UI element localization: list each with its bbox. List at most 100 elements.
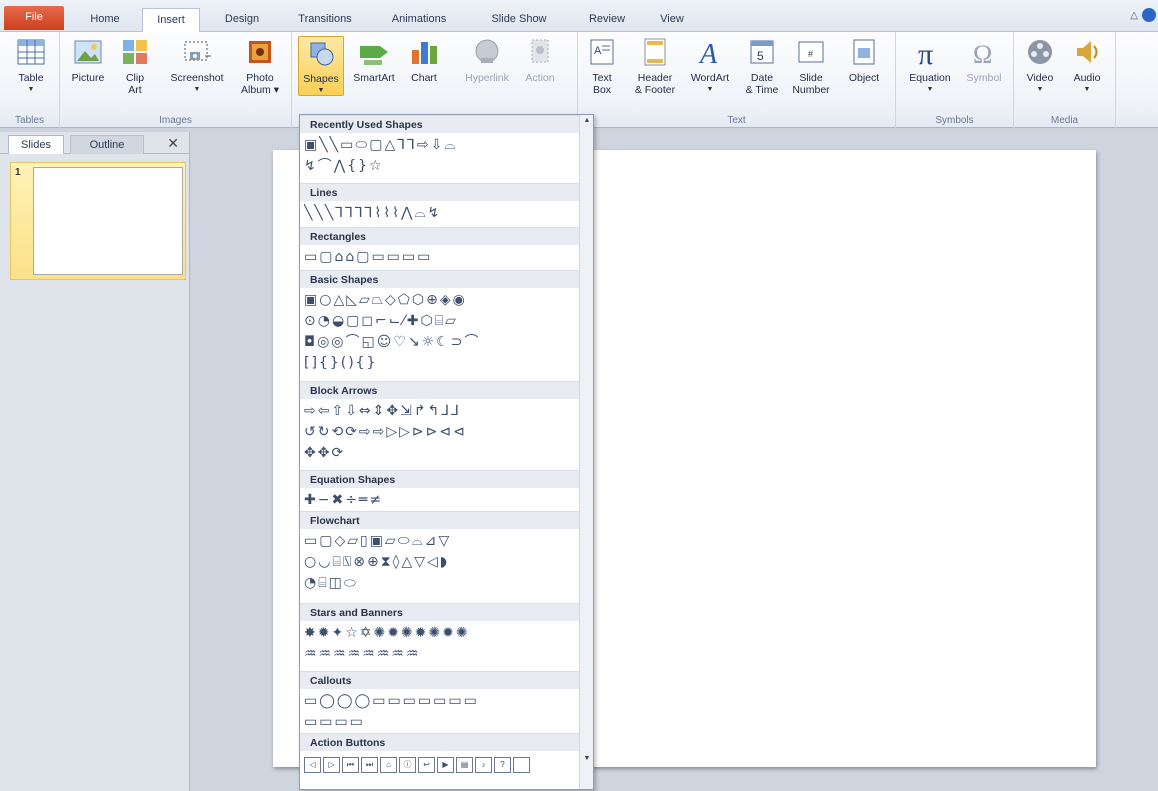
- action-button-shape[interactable]: ♪: [475, 757, 492, 773]
- slide-number-button[interactable]: # Slide Number: [788, 36, 834, 96]
- shape-row[interactable]: ♒♒♒♒♒♒♒♒: [304, 644, 580, 664]
- action-button-shape[interactable]: ⌂: [380, 757, 397, 773]
- header-footer-button[interactable]: Header & Footer: [630, 36, 680, 96]
- shapes-label: Shapes: [303, 73, 339, 85]
- date-time-label-2: & Time: [745, 84, 779, 96]
- svg-text:5: 5: [757, 49, 764, 63]
- photo-album-button[interactable]: Photo Album ▾: [236, 36, 284, 96]
- text-box-label-1: Text: [592, 72, 612, 84]
- tab-slides[interactable]: Slides: [8, 135, 64, 154]
- tab-home[interactable]: Home: [78, 8, 132, 32]
- shape-row[interactable]: ◘◎◎⌒◱☺♡↘☼☾⊃⌒: [304, 332, 580, 352]
- shape-row[interactable]: ✚−✖÷═≠: [304, 490, 580, 510]
- hyperlink-label: Hyperlink: [465, 72, 509, 84]
- wordart-button[interactable]: A WordArt ▼: [684, 36, 736, 96]
- shape-row[interactable]: ◔⌸◫⬭: [304, 573, 580, 593]
- shape-row[interactable]: []{}(){}: [304, 353, 580, 373]
- action-button-shape[interactable]: ▷: [323, 757, 340, 773]
- slide-number-label-1: Slide: [799, 72, 823, 84]
- shapes-gallery: Recently Used Shapes ▣╲╲▭⬭▢△⅂⅂⇨⇩⌓ ↯⌒⋀{}☆ Li…: [299, 114, 594, 790]
- action-button-shape[interactable]: [513, 757, 530, 773]
- object-icon: [848, 36, 880, 68]
- tab-animations[interactable]: Animations: [377, 8, 461, 32]
- shape-row[interactable]: ↺↻⟲⟳⇨⇨▷▷⊳⊳⊲⊲: [304, 422, 580, 442]
- equation-label: Equation: [909, 72, 951, 84]
- action-button-shape[interactable]: ↩: [418, 757, 435, 773]
- shape-row[interactable]: ○◡⌸⍂⊗⊕⧗◊△▽◁◗: [304, 552, 580, 572]
- audio-button[interactable]: Audio ▼: [1066, 36, 1108, 96]
- speaker-icon: [1071, 36, 1103, 68]
- screenshot-button[interactable]: Screenshot ▼: [164, 36, 230, 96]
- tab-review[interactable]: Review: [576, 8, 638, 32]
- tab-design[interactable]: Design: [210, 8, 274, 32]
- powerpoint-window: File Home Insert Design Transitions Anim…: [0, 0, 1158, 791]
- tab-slide-show[interactable]: Slide Show: [474, 8, 564, 32]
- shape-row[interactable]: ✸✹✦☆✡✺✹✺✹✺✹✺: [304, 623, 580, 643]
- tab-insert[interactable]: Insert: [142, 8, 200, 33]
- tab-view[interactable]: View: [646, 8, 698, 32]
- header-footer-label-1: Header: [637, 72, 673, 84]
- action-icon: [524, 36, 556, 68]
- smartart-button[interactable]: SmartArt: [348, 36, 400, 84]
- action-button-shape[interactable]: ▤: [456, 757, 473, 773]
- shape-row[interactable]: ⊙◔◒▢◻⌐⌙⁄✚⬡⌸▱: [304, 311, 580, 331]
- wordart-icon: A: [694, 36, 726, 68]
- gallery-scrollbar[interactable]: ▲ ▼: [579, 115, 593, 789]
- video-label: Video: [1026, 72, 1054, 84]
- shape-row[interactable]: ▭▭▭▭: [304, 712, 580, 732]
- gallery-section-header: Callouts: [300, 671, 580, 689]
- slides-pane: Slides Outline ✕ 1: [0, 132, 190, 791]
- minimize-ribbon-icon[interactable]: △: [1130, 10, 1138, 21]
- text-box-button[interactable]: A Text Box: [584, 36, 620, 96]
- scroll-up-icon[interactable]: ▲: [582, 117, 592, 127]
- help-icon[interactable]: [1142, 8, 1156, 22]
- shape-row[interactable]: ▭▢⌂⌂▢▭▭▭▭: [304, 247, 580, 267]
- shapes-button[interactable]: Shapes ▼: [298, 36, 344, 96]
- chevron-down-icon: ▼: [27, 86, 35, 93]
- equation-button[interactable]: π Equation ▼: [902, 36, 958, 96]
- shape-row[interactable]: ⇨⇦⇧⇩⇔⇕✥⇲↱↰⅃⅃: [304, 401, 580, 421]
- slide-number-label-2: Number: [792, 84, 830, 96]
- action-button-shape[interactable]: ⏮: [342, 757, 359, 773]
- action-button-shape[interactable]: ⏭: [361, 757, 378, 773]
- group-symbols: π Equation ▼ Ω Symbol Symbols: [896, 32, 1014, 128]
- action-button-shape[interactable]: ▶: [437, 757, 454, 773]
- video-button[interactable]: Video ▼: [1020, 36, 1060, 96]
- text-box-icon: A: [586, 36, 618, 68]
- shape-row[interactable]: ↯⌒⋀{}☆: [304, 156, 580, 176]
- tab-outline[interactable]: Outline: [70, 135, 144, 154]
- symbol-button[interactable]: Ω Symbol: [962, 36, 1006, 84]
- shape-row[interactable]: ▭▢◇▱▯▣▱⬭⌓⊿▽: [304, 531, 580, 551]
- object-button[interactable]: Object: [842, 36, 886, 84]
- date-time-label-1: Date: [750, 72, 774, 84]
- hyperlink-button[interactable]: Hyperlink: [458, 36, 516, 84]
- film-reel-icon: [1024, 36, 1056, 68]
- slide-thumbnail[interactable]: [33, 167, 183, 275]
- action-button-shape[interactable]: ?: [494, 757, 511, 773]
- action-button[interactable]: Action: [518, 36, 562, 84]
- table-button[interactable]: Table ▼: [8, 36, 54, 96]
- action-label: Action: [525, 72, 555, 84]
- ribbon-tab-bar: File Home Insert Design Transitions Anim…: [0, 0, 1158, 33]
- shape-row[interactable]: ✥✥⟳: [304, 443, 580, 463]
- scroll-down-icon[interactable]: ▼: [582, 755, 592, 765]
- clip-art-button[interactable]: Clip Art: [118, 36, 152, 96]
- screenshot-icon: [181, 36, 213, 68]
- slide-thumbnail-selected[interactable]: 1: [10, 162, 186, 280]
- shape-row[interactable]: ▭◯◯◯▭▭▭▭▭▭▭: [304, 691, 580, 711]
- tab-file[interactable]: File: [4, 6, 64, 30]
- action-button-shape[interactable]: ⓘ: [399, 757, 416, 773]
- group-label-tables: Tables: [15, 115, 44, 126]
- picture-button[interactable]: Picture: [68, 36, 108, 84]
- date-time-button[interactable]: 5 Date & Time: [742, 36, 782, 96]
- wordart-label: WordArt: [690, 72, 730, 84]
- chart-button[interactable]: Chart: [404, 36, 444, 84]
- shape-row[interactable]: ▣○△◺▱⏢◇⬠⬡⊕◈◉: [304, 290, 580, 310]
- tab-transitions[interactable]: Transitions: [285, 8, 365, 32]
- gallery-section-header: Recently Used Shapes: [300, 115, 580, 133]
- shape-row[interactable]: ╲╲╲⅂⅂⅂⅂⌇⌇⌇⋀⌓↯: [304, 203, 580, 223]
- table-icon: [15, 36, 47, 68]
- shape-row[interactable]: ▣╲╲▭⬭▢△⅂⅂⇨⇩⌓: [304, 135, 580, 155]
- close-icon[interactable]: ✕: [167, 135, 179, 152]
- action-button-shape[interactable]: ◁: [304, 757, 321, 773]
